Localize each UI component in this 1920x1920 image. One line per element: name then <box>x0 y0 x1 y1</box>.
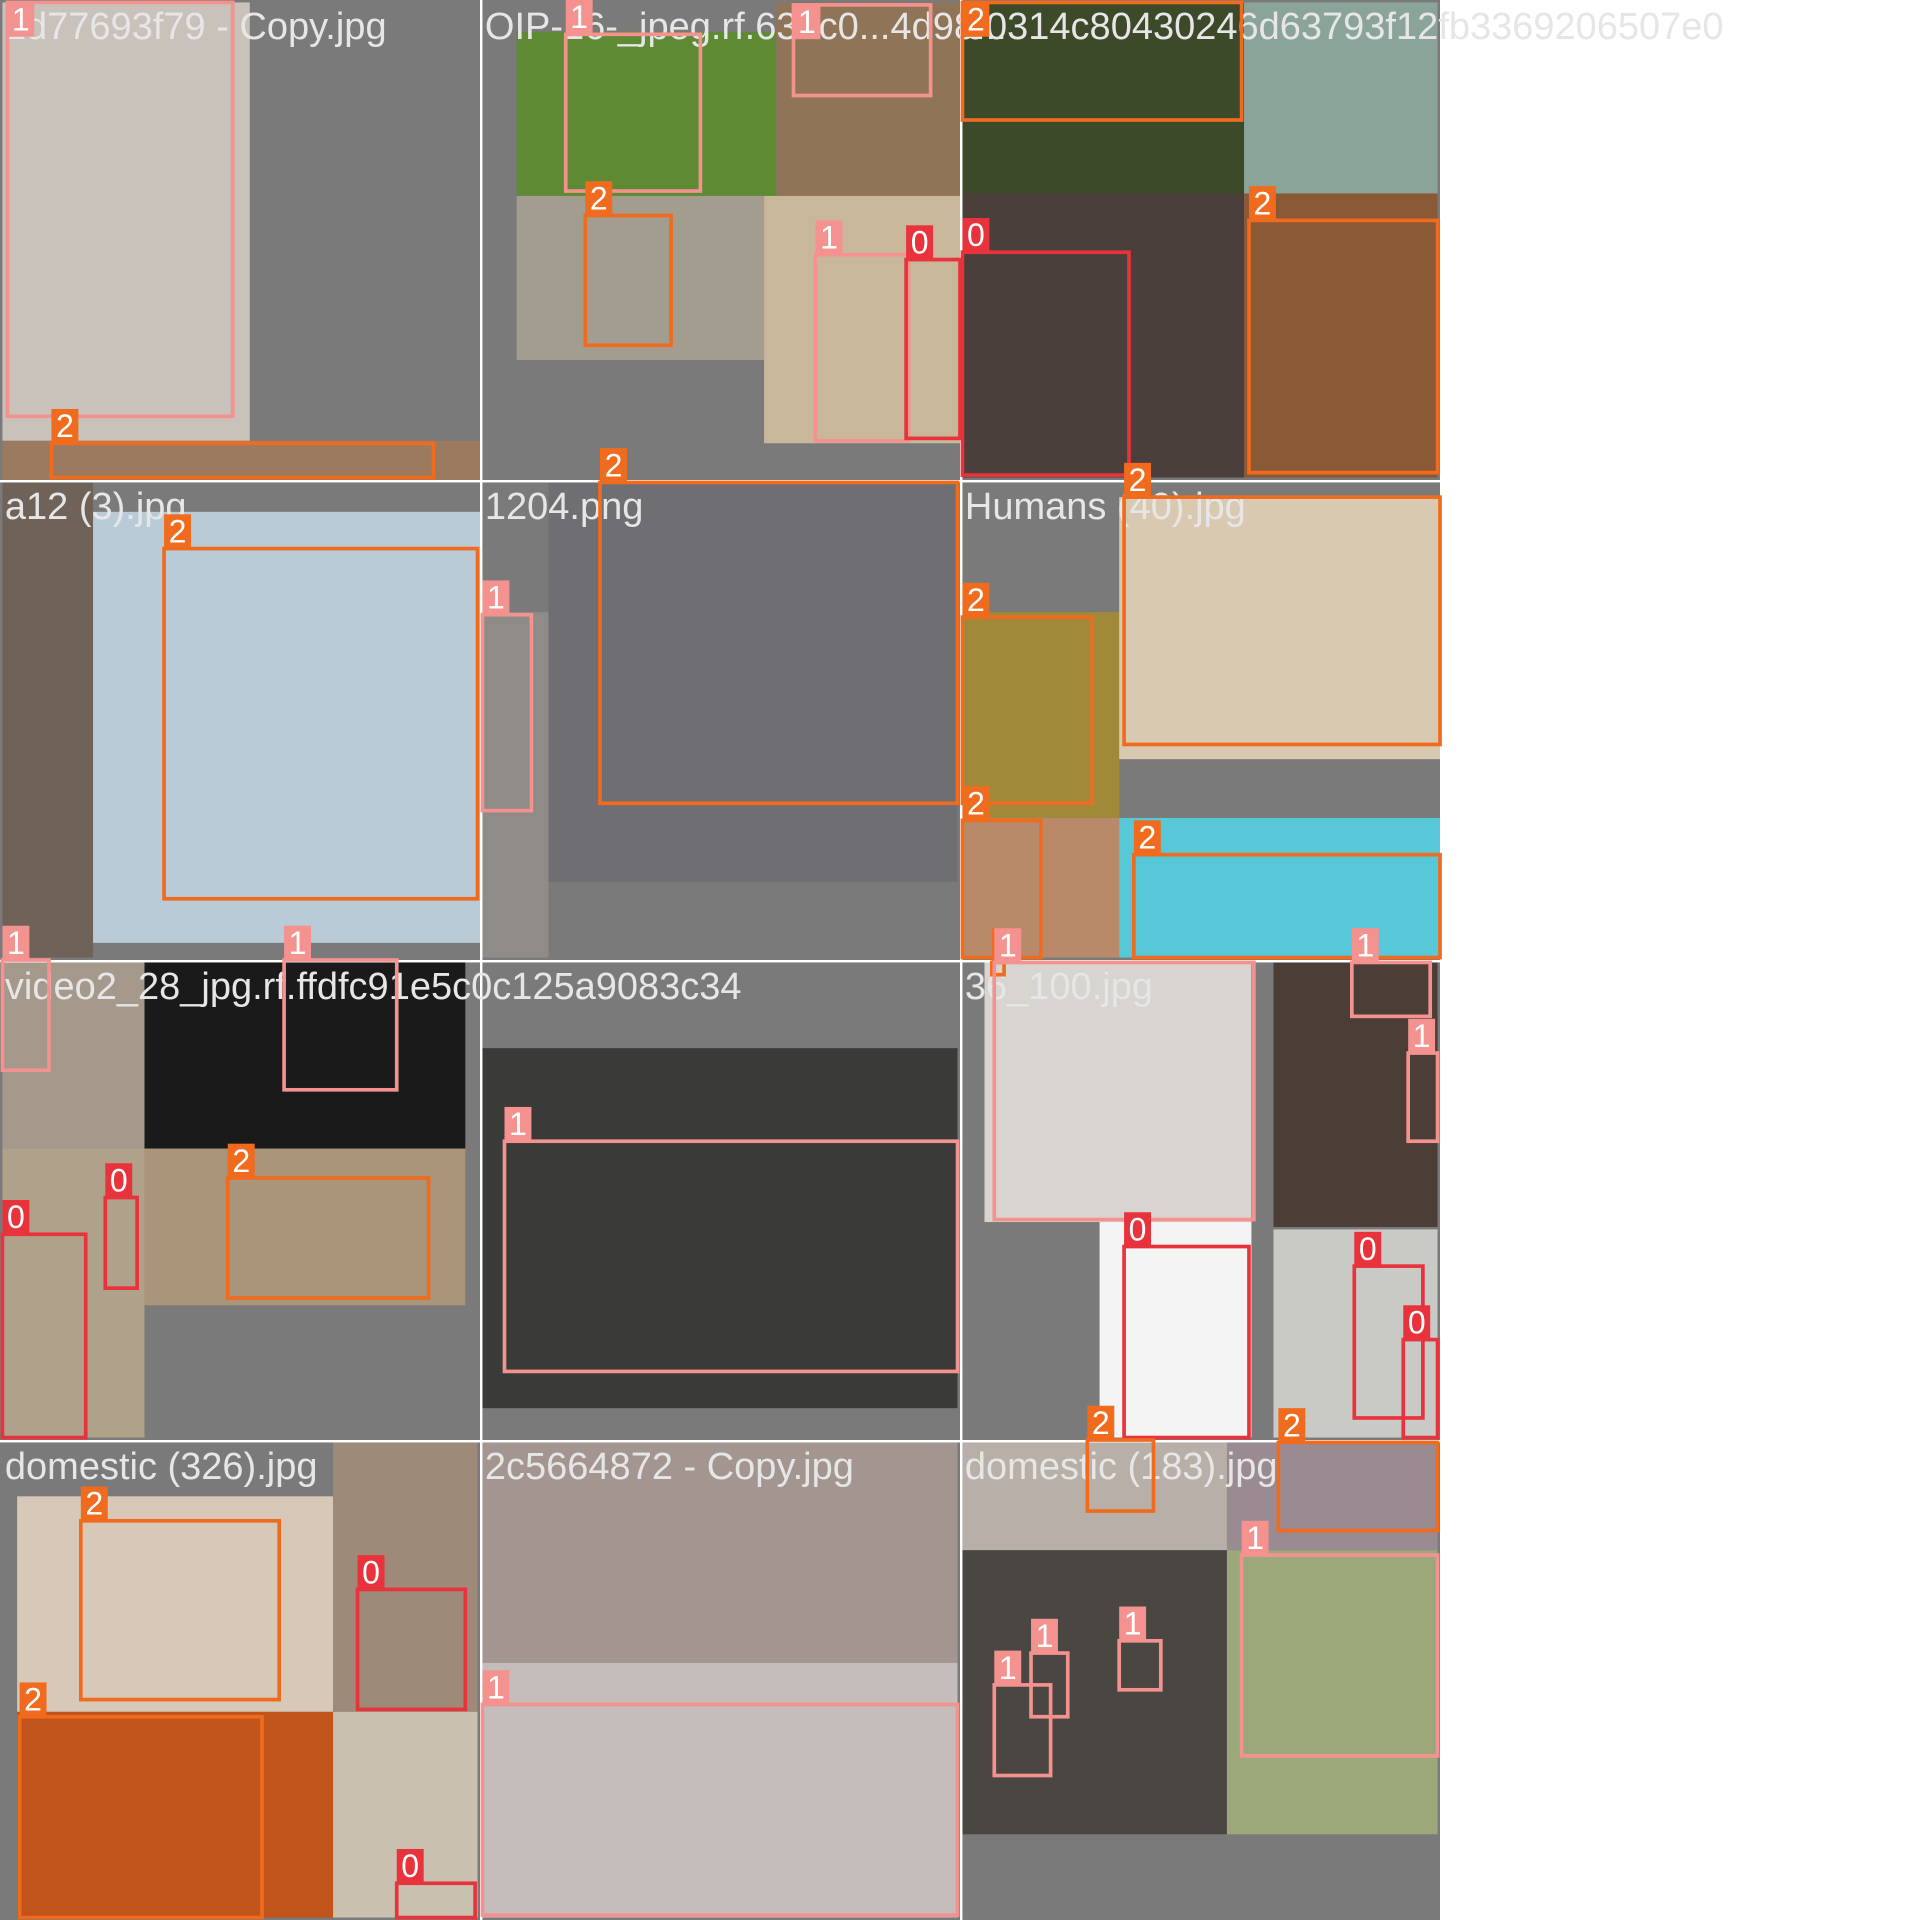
photo-potatoes <box>2 482 94 958</box>
box-class-label: 2 <box>590 180 608 216</box>
photo-broiler <box>482 1048 958 1409</box>
photo-rooster-grass <box>516 31 777 196</box>
mosaic-grid: 1d77693f79 - Copy.jpg OIP-16-_jpeg.rf.631… <box>0 0 1724 1920</box>
box-class-label: 1 <box>7 925 25 961</box>
box-class-label: 2 <box>85 1486 103 1522</box>
box-class-label: 0 <box>911 224 929 260</box>
box-class-label: 2 <box>169 513 187 549</box>
box-class-label: 1 <box>487 580 505 616</box>
box-class-label: 2 <box>56 408 74 444</box>
box-class-label: 2 <box>1254 185 1272 221</box>
box-class-label: 1 <box>509 1106 527 1142</box>
cell-title-9: domestic (326).jpg <box>5 1446 318 1488</box>
box-class-label: 1 <box>999 927 1017 963</box>
photo-barn <box>333 1711 478 1918</box>
box-class-label: 1 <box>12 2 30 38</box>
box-class-label: 1 <box>487 1669 505 1705</box>
cell-title-11: domestic (183).jpg <box>965 1446 1278 1488</box>
photo-sick-chicks <box>1226 1550 1438 1835</box>
box-class-label: 1 <box>1036 1618 1054 1654</box>
box-class-label: 0 <box>7 1199 25 1235</box>
box-class-label: 1 <box>570 0 588 35</box>
photo-buffalo <box>1119 497 1440 760</box>
photo-floor <box>1273 962 1438 1227</box>
cell-title-4: 1204.png <box>485 486 644 528</box>
box-class-label: 1 <box>798 4 816 40</box>
box-class-label: 2 <box>1138 820 1156 856</box>
box-class-label: 2 <box>967 2 985 38</box>
box-class-label: 2 <box>1283 1407 1301 1443</box>
cell-title-0: 1d77693f79 - Copy.jpg <box>5 6 387 48</box>
box-class-label: 1 <box>820 220 838 256</box>
photo-pattern <box>1119 817 1440 958</box>
box-class-label: 0 <box>1408 1304 1426 1340</box>
box-class-label: 0 <box>967 217 985 253</box>
divider-h-2 <box>0 1440 1440 1443</box>
box-class-label: 0 <box>401 1848 419 1884</box>
photo-fly <box>144 1148 466 1306</box>
box-class-label: 1 <box>1356 927 1374 963</box>
photo-orangutan <box>1244 193 1438 478</box>
box-class-label: 2 <box>1129 462 1147 498</box>
cell-title-2: 00314c80430246d63793f12fb3369206507e0 <box>965 6 1724 48</box>
box-class-label: 2 <box>24 1682 42 1718</box>
box-class-label: 1 <box>999 1650 1017 1686</box>
box-class-label: 0 <box>1129 1211 1147 1247</box>
cell-title-3: a12 (3).jpg <box>5 486 187 528</box>
box-class-label: 2 <box>967 785 985 821</box>
photo-cat <box>548 482 958 882</box>
cell-title-10: 2c5664872 - Copy.jpg <box>485 1446 854 1488</box>
box-class-label: 2 <box>232 1143 250 1179</box>
photo-gravel <box>480 612 549 958</box>
box-class-label: 0 <box>1359 1231 1377 1267</box>
box-class-label: 1 <box>1124 1606 1142 1642</box>
box-class-label: 2 <box>967 582 985 618</box>
box-class-label: 2 <box>605 447 623 483</box>
box-class-label: 0 <box>362 1554 380 1590</box>
box-class-label: 1 <box>289 925 307 961</box>
photo-goat <box>17 1496 334 1712</box>
box-class-label: 0 <box>110 1162 128 1198</box>
photo-ducklings <box>962 1550 1227 1835</box>
photo-fur-strip <box>2 440 481 480</box>
box-class-label: 1 <box>1246 1520 1264 1556</box>
photo-white-feathers <box>482 1662 958 1918</box>
photo-orangutan-2 <box>17 1711 334 1918</box>
photo-kangaroo <box>93 511 481 943</box>
box-class-label: 2 <box>1092 1405 1110 1441</box>
photo-elephant <box>516 195 765 360</box>
box-class-label: 1 <box>1413 1018 1431 1054</box>
cell-title-6: video2_28_jpg.rf.ffdfc91e5c0c125a9083c34 <box>5 966 742 1008</box>
photo-chicks-floor <box>333 1440 478 1712</box>
photo-hen-dark <box>962 193 1245 478</box>
cell-title-5: Humans (40).jpg <box>965 486 1246 528</box>
photo-white-chicken <box>2 2 250 441</box>
cell-title-1: OIP-16-_jpeg.rf.631c0...4d98... <box>485 6 1007 48</box>
